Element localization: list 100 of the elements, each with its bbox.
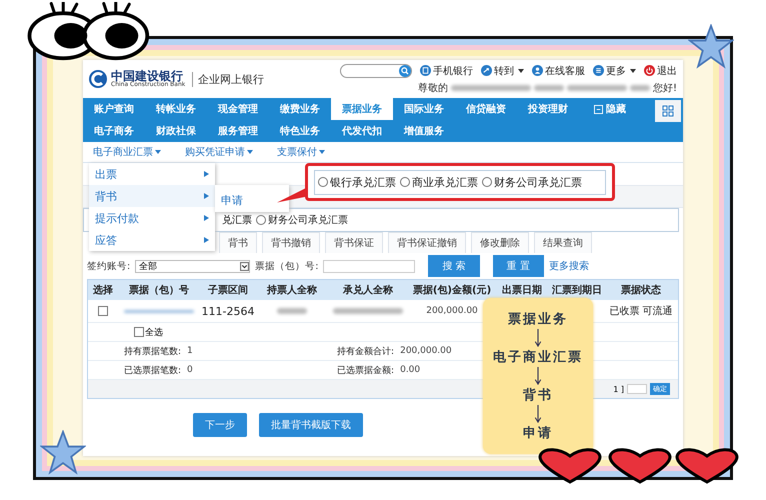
nav-tab[interactable]: 账户查询 xyxy=(83,98,145,120)
more-search-link[interactable]: 更多搜索 xyxy=(548,259,589,273)
summary-label: 持有票据笔数: xyxy=(124,346,182,358)
page-field[interactable] xyxy=(627,384,647,394)
step-text: 票据业务 xyxy=(508,311,568,328)
menu-item[interactable]: 背书 xyxy=(89,185,215,207)
radio-button[interactable] xyxy=(256,214,266,225)
tab[interactable]: 背书保证撤销 xyxy=(388,232,466,253)
tab[interactable]: 结果查询 xyxy=(534,232,592,253)
search-icon[interactable] xyxy=(399,64,411,76)
search-field[interactable] xyxy=(340,64,412,78)
tab[interactable]: 背书 xyxy=(219,232,257,253)
nav-tab[interactable]: 转帐业务 xyxy=(145,98,207,120)
option-label: 兑汇票 xyxy=(222,214,252,227)
submenu-link[interactable]: 购买凭证申请 xyxy=(185,145,253,159)
nav-tab[interactable]: 投资理财 xyxy=(517,98,579,120)
header-link[interactable]: 在线客服 xyxy=(532,64,585,78)
column-header: 承兑人全称 xyxy=(342,284,394,297)
tab[interactable]: 修改删除 xyxy=(471,232,529,253)
menu-item[interactable]: 申请 xyxy=(221,194,243,207)
triangle-icon xyxy=(204,237,209,243)
step-text: 申请 xyxy=(523,425,553,442)
bank-name: 中国建设银行 xyxy=(111,70,183,82)
action-button[interactable]: 批量背书截版下载 xyxy=(259,413,363,437)
header-link[interactable]: 退出 xyxy=(644,64,677,78)
nav-tab[interactable]: 隐藏 xyxy=(579,98,641,120)
step-text: 电子商业汇票 xyxy=(493,348,583,366)
menu-item[interactable]: 提示付款 xyxy=(89,207,215,229)
submenu-link[interactable]: 电子商业汇票 xyxy=(93,145,161,159)
column-header: 选择 xyxy=(92,284,114,297)
triangle-icon xyxy=(204,193,209,199)
nav-tab[interactable]: 现金管理 xyxy=(207,98,269,120)
search-button[interactable]: 搜 索 xyxy=(428,255,480,277)
search-button[interactable]: 重 置 xyxy=(492,255,544,277)
nav-tab[interactable]: 电子商务 xyxy=(83,120,145,142)
action-button[interactable]: 下一步 xyxy=(193,413,247,437)
nav-tab[interactable]: 财政社保 xyxy=(145,120,207,142)
nav-tab[interactable]: 特色业务 xyxy=(269,120,331,142)
nav-tab[interactable]: 信贷融资 xyxy=(455,98,517,120)
summary-value: 0.00 xyxy=(399,365,420,375)
field-label: 签约账号: xyxy=(87,260,130,272)
submenu-link[interactable]: 支票保付 xyxy=(277,145,325,159)
column-header: 持票人全称 xyxy=(266,284,318,297)
summary-value: 1 xyxy=(186,346,194,356)
nav-tab[interactable]: 国际业务 xyxy=(393,98,455,120)
greeting-text: 尊敬的 xyxy=(418,82,448,94)
nav-tab[interactable]: 缴费业务 xyxy=(269,98,331,120)
blurred-text xyxy=(630,84,650,90)
nav-tab[interactable]: 增值服务 xyxy=(393,120,455,142)
person-icon xyxy=(532,65,543,76)
blurred-text xyxy=(124,310,194,312)
blurred-text xyxy=(333,308,403,314)
radio-button[interactable] xyxy=(482,177,492,187)
table-cell-text: 已收票 可流通 xyxy=(608,304,674,318)
nav-tab[interactable]: 代发代扣 xyxy=(331,120,393,142)
nav-tab[interactable]: 服务管理 xyxy=(207,120,269,142)
caret-icon xyxy=(240,262,250,270)
menu-item[interactable]: 应答 xyxy=(89,229,215,251)
column-header: 票据状态 xyxy=(620,284,662,297)
field-label: 票据（包）号: xyxy=(255,260,318,272)
column-header: 票据(包)金额(元) xyxy=(412,283,492,297)
radio-option[interactable]: 财务公司承兑汇票 xyxy=(256,212,348,227)
product-title: 企业网上银行 xyxy=(192,72,264,86)
list-icon xyxy=(593,65,604,76)
column-header: 汇票到期日 xyxy=(551,284,603,297)
radio-option[interactable]: 财务公司承兑汇票 xyxy=(482,174,582,190)
bill-number-field[interactable] xyxy=(323,260,416,272)
power-icon xyxy=(644,65,655,76)
table-cell-text: 111-2564 xyxy=(200,304,256,318)
blurred-text xyxy=(534,84,564,90)
triangle-icon xyxy=(204,215,209,221)
greeting-text: 您好! xyxy=(652,82,677,94)
phone-icon xyxy=(420,65,431,76)
radio-option[interactable]: 银行承兑汇票 xyxy=(318,174,396,190)
radio-button[interactable] xyxy=(400,177,410,187)
tab[interactable]: 背书保证 xyxy=(325,232,383,253)
tab[interactable]: 背书撤销 xyxy=(262,232,320,253)
column-header: 出票日期 xyxy=(501,284,543,297)
radio-option[interactable]: 商业承兑汇票 xyxy=(400,174,478,190)
menu-item[interactable]: 出票 xyxy=(89,163,215,185)
header-link[interactable]: 手机银行 xyxy=(420,64,473,78)
grid-button[interactable] xyxy=(655,100,681,122)
summary-label: 持有金额合计: xyxy=(337,346,394,358)
header-link[interactable]: 转到 xyxy=(481,64,524,78)
select-all-checkbox[interactable]: 全选 xyxy=(124,326,163,338)
account-select[interactable]: 全部 xyxy=(135,260,250,272)
step-text: 背书 xyxy=(523,386,553,404)
column-header: 票据（包）号 xyxy=(128,284,190,297)
header-link[interactable]: 更多 xyxy=(593,64,636,78)
nav-tab[interactable]: 票据业务 xyxy=(331,98,393,120)
column-header: 子票区间 xyxy=(207,284,249,297)
summary-label: 已选票据笔数: xyxy=(124,364,182,376)
star-drawing xyxy=(40,430,86,476)
triangle-icon xyxy=(204,171,209,177)
row-checkbox[interactable] xyxy=(98,306,108,316)
down-arrow-icon xyxy=(534,329,542,347)
table-cell-text: 200,000.00 xyxy=(425,306,479,316)
summary-value: 200,000.00 xyxy=(399,346,452,356)
radio-button[interactable] xyxy=(318,177,328,187)
page-text: 1 ] xyxy=(613,384,624,394)
